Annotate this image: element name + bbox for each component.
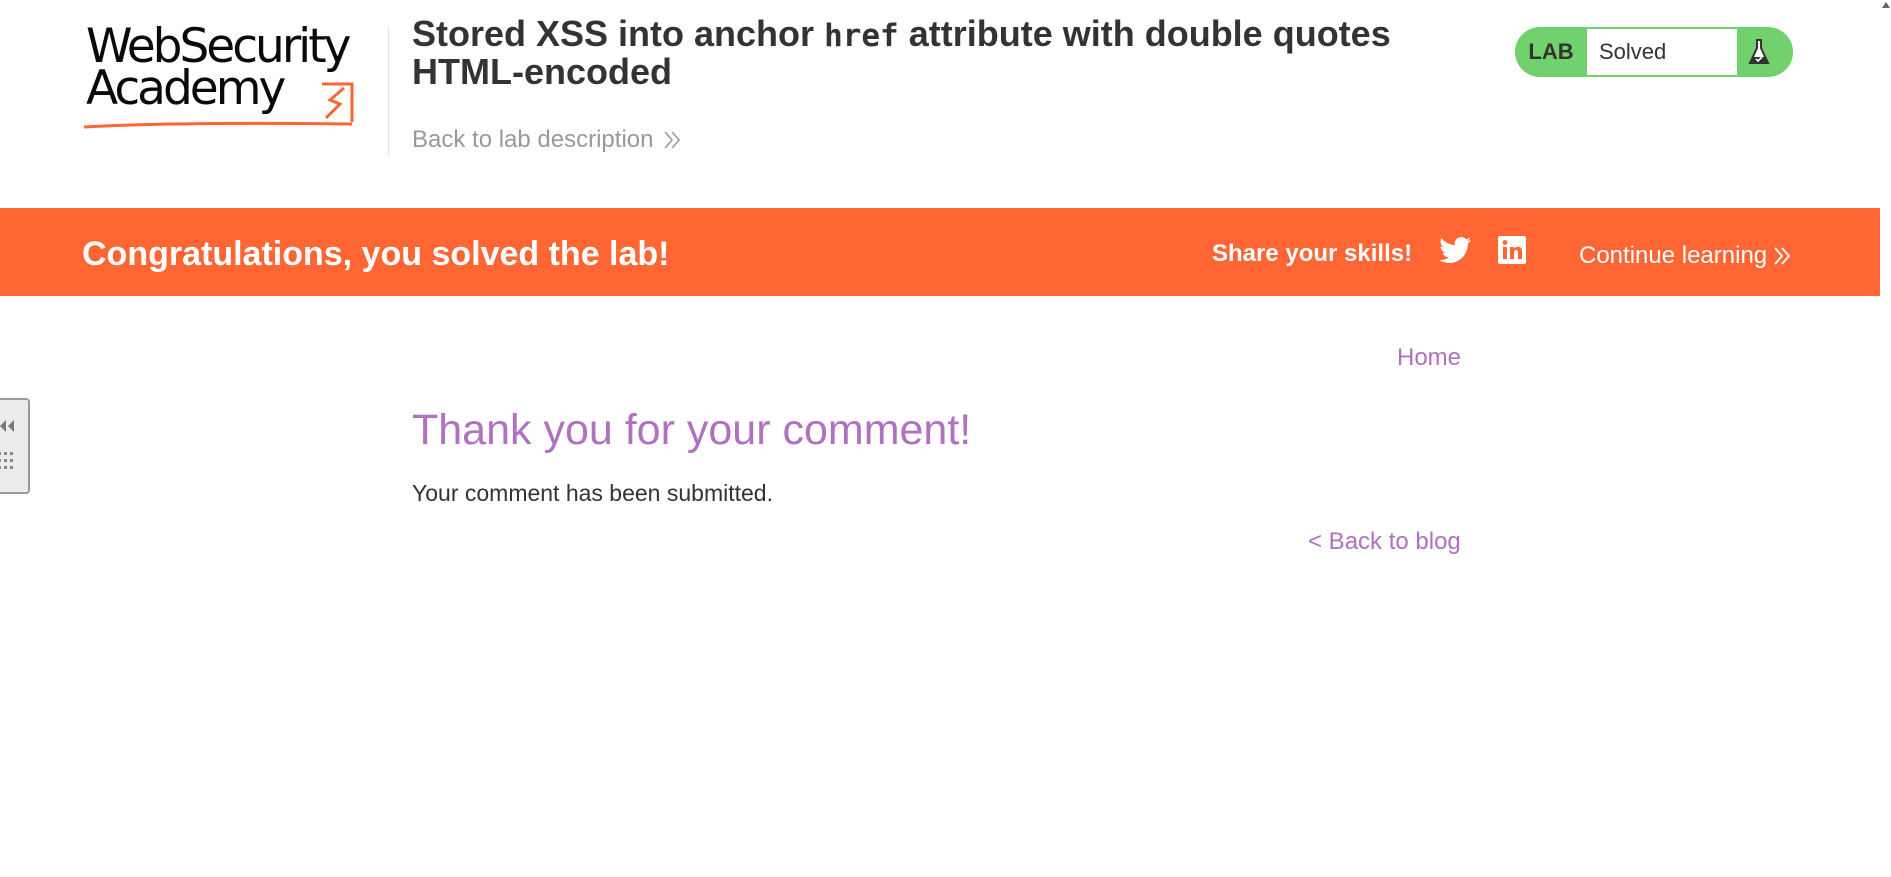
academy-logo[interactable]: WebSecurity Academy: [82, 23, 384, 134]
header-divider: [388, 26, 389, 156]
grip-icon: [0, 452, 13, 469]
share-skills-label: Share your skills!: [1212, 240, 1413, 267]
page-title: Thank you for your comment!: [412, 406, 972, 454]
side-panel-toggle[interactable]: [0, 398, 30, 494]
back-to-blog-link[interactable]: < Back to blog: [1308, 528, 1461, 556]
scrollbar[interactable]: [1880, 0, 1891, 877]
continue-learning-link[interactable]: Continue learning: [1579, 242, 1791, 270]
home-link[interactable]: Home: [1397, 344, 1461, 372]
logo-spark-icon: [83, 82, 354, 129]
twitter-icon[interactable]: [1439, 236, 1472, 269]
scroll-up-arrow-icon[interactable]: [1882, 2, 1890, 8]
submission-message: Your comment has been submitted.: [412, 480, 773, 506]
page: WebSecurity Academy Stored XSS into anch…: [0, 0, 1891, 877]
lab-title-code: href: [824, 18, 899, 54]
double-chevron-right-icon: [1774, 247, 1791, 265]
solved-banner: Congratulations, you solved the lab! Sha…: [0, 208, 1880, 296]
lab-header: WebSecurity Academy Stored XSS into anch…: [0, 0, 1880, 208]
continue-learning-label: Continue learning: [1579, 242, 1768, 269]
lab-status-value: Solved: [1587, 29, 1737, 75]
back-to-lab-description-link[interactable]: Back to lab description: [412, 126, 681, 154]
lab-title: Stored XSS into anchor href attribute wi…: [412, 16, 1472, 90]
lab-title-text-start: Stored XSS into anchor: [412, 13, 815, 54]
back-to-lab-description-label: Back to lab description: [412, 126, 654, 153]
lab-status-label: LAB: [1528, 39, 1574, 64]
flask-icon: [1737, 29, 1781, 75]
linkedin-icon[interactable]: [1498, 236, 1526, 269]
double-chevron-left-icon: [0, 420, 14, 432]
double-chevron-right-icon: [664, 131, 681, 149]
congratulations-message: Congratulations, you solved the lab!: [82, 235, 670, 273]
lab-status-widget: LAB Solved: [1515, 27, 1793, 77]
